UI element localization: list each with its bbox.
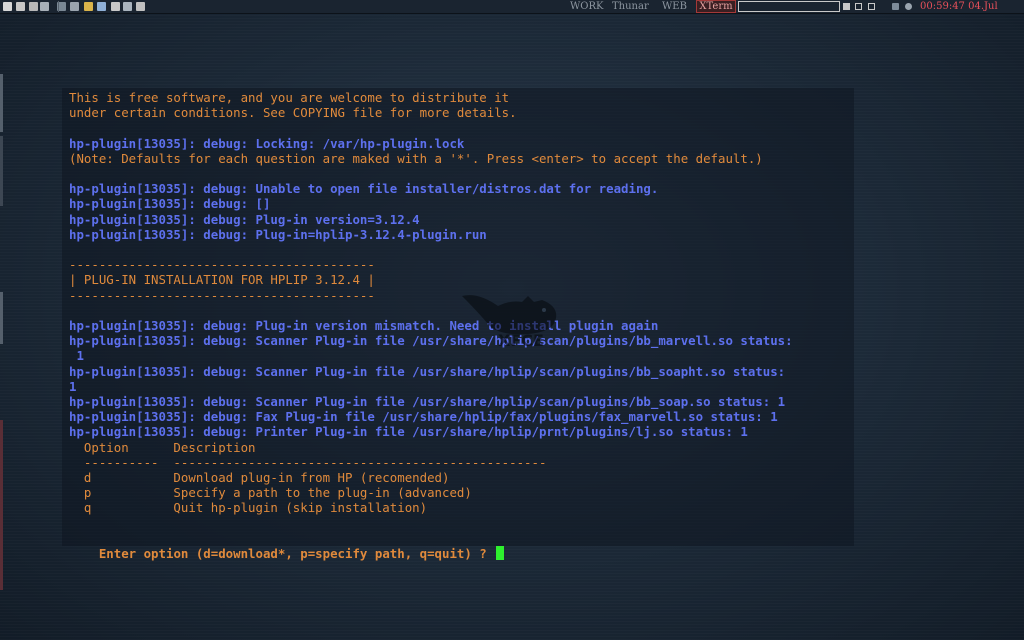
- workspace-work[interactable]: WORK: [570, 0, 603, 13]
- terminal-line: (Note: Defaults for each question are ma…: [69, 150, 763, 166]
- svg-text:XFCE: XFCE: [498, 331, 544, 348]
- folder-icon[interactable]: [84, 2, 93, 11]
- terminal-line: p Specify a path to the plug-in (advance…: [69, 485, 472, 501]
- workspace-web[interactable]: WEB: [662, 0, 687, 13]
- terminal-line: ---------- -----------------------------…: [69, 454, 547, 470]
- terminal-line: 1: [69, 378, 77, 394]
- clock[interactable]: 00:59:47 04.Jul: [920, 0, 998, 13]
- settings-icon[interactable]: [123, 2, 132, 11]
- edge-marker: [0, 136, 3, 206]
- tray-window-icon[interactable]: [855, 3, 862, 10]
- terminal-line: ----------------------------------------…: [69, 287, 375, 303]
- taskbar-xterm[interactable]: XTerm: [696, 0, 736, 13]
- terminal-line: d Download plug-in from HP (recomended): [69, 470, 450, 485]
- network-icon[interactable]: [892, 3, 899, 10]
- terminal-line: | PLUG-IN INSTALLATION FOR HPLIP 3.12.4 …: [69, 272, 375, 288]
- terminal-line: hp-plugin[13035]: debug: Unable to open …: [69, 181, 659, 197]
- terminal-icon[interactable]: [3, 2, 12, 11]
- taskbar-thunar[interactable]: Thunar: [612, 0, 649, 13]
- run-command-input[interactable]: [738, 1, 840, 12]
- search-icon[interactable]: [16, 2, 25, 11]
- editor-icon[interactable]: [40, 2, 49, 11]
- terminal-line: under certain conditions. See COPYING fi…: [69, 105, 517, 121]
- volume-icon[interactable]: [905, 3, 912, 10]
- terminal-line: hp-plugin[13035]: debug: Printer Plug-in…: [69, 424, 748, 440]
- terminal-line: ----------------------------------------…: [69, 257, 375, 273]
- app-icon[interactable]: [70, 2, 79, 11]
- edge-marker: [0, 74, 3, 132]
- terminal-line: hp-plugin[13035]: debug: Locking: /var/h…: [69, 135, 465, 151]
- window-icon[interactable]: [29, 2, 38, 11]
- document-icon[interactable]: [136, 2, 145, 11]
- terminal-line: hp-plugin[13035]: debug: Fax Plug-in fil…: [69, 409, 778, 425]
- terminal-line: 1: [69, 348, 84, 364]
- terminal-line: q Quit hp-plugin (skip installation): [69, 500, 428, 516]
- mail-icon[interactable]: [111, 2, 120, 11]
- launcher-separator: [58, 1, 59, 12]
- xfce-mouse-icon: XFCE: [462, 295, 557, 348]
- edge-marker: [0, 292, 3, 344]
- text-cursor: [496, 545, 505, 560]
- terminal-line: hp-plugin[13035]: debug: Scanner Plug-in…: [69, 333, 793, 349]
- terminal-line: hp-plugin[13035]: debug: Scanner Plug-in…: [69, 363, 786, 379]
- terminal-prompt-line[interactable]: Enter option (d=download*, p=specify pat…: [69, 531, 505, 561]
- tray-window-icon[interactable]: [868, 3, 875, 10]
- terminal-line: Option Description: [69, 439, 256, 455]
- prompt-text: Enter option (d=download*, p=specify pat…: [98, 545, 495, 561]
- terminal-line: hp-plugin[13035]: debug: Plug-in version…: [69, 211, 420, 227]
- terminal-line: hp-plugin[13035]: debug: Plug-in=hplip-3…: [69, 226, 487, 242]
- terminal-line: This is free software, and you are welco…: [69, 90, 510, 105]
- tray-window-icon[interactable]: [843, 3, 850, 10]
- top-panel: WORK Thunar WEB XTerm 00:59:47 04.Jul: [0, 0, 1024, 14]
- terminal-line: hp-plugin[13035]: debug: Plug-in version…: [69, 318, 659, 333]
- terminal-line: hp-plugin[13035]: debug: []: [69, 196, 271, 212]
- edge-marker: [0, 420, 3, 590]
- terminal-line: hp-plugin[13035]: debug: Scanner Plug-in…: [69, 394, 786, 409]
- browser-icon[interactable]: [97, 2, 106, 11]
